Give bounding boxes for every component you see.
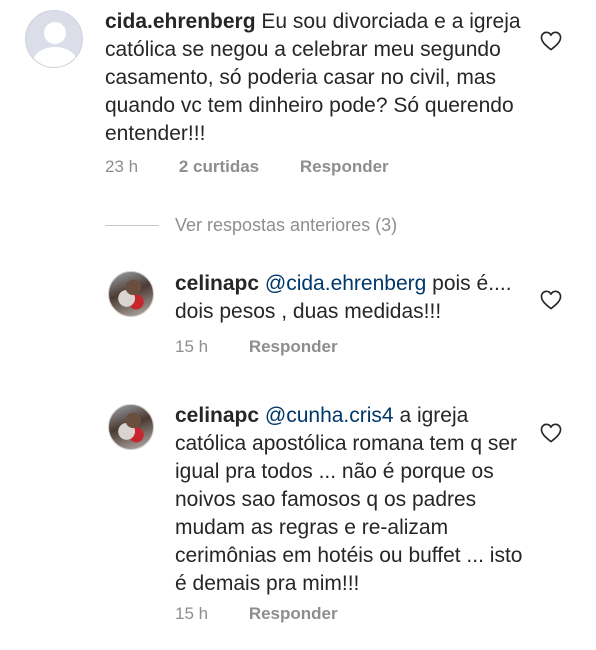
divider-line bbox=[105, 224, 159, 226]
mention-link[interactable]: @cunha.cris4 bbox=[265, 404, 394, 427]
comment-time: 15 h bbox=[175, 337, 209, 356]
default-user-icon bbox=[44, 22, 66, 44]
comment-meta: 15 h Responder bbox=[175, 604, 374, 624]
reply-button[interactable]: Responder bbox=[300, 157, 389, 176]
comment-body: celinapc @cunha.cris4 a igreja católica … bbox=[175, 402, 530, 598]
avatar[interactable] bbox=[108, 271, 154, 317]
comment-body: celinapc @cida.ehrenberg pois é.... dois… bbox=[175, 270, 530, 326]
heart-icon[interactable] bbox=[540, 31, 562, 51]
comment-username[interactable]: celinapc bbox=[175, 272, 259, 295]
avatar[interactable] bbox=[108, 404, 154, 450]
comment-time: 23 h bbox=[105, 157, 139, 176]
comment-username[interactable]: cida.ehrenberg bbox=[105, 10, 256, 33]
view-replies-label[interactable]: Ver respostas anteriores (3) bbox=[175, 215, 397, 236]
comment-username[interactable]: celinapc bbox=[175, 404, 259, 427]
comment-text: a igreja católica apostólica romana tem … bbox=[175, 404, 523, 595]
comment-body: cida.ehrenberg Eu sou divorciada e a igr… bbox=[105, 8, 525, 148]
comment-likes[interactable]: 2 curtidas bbox=[179, 157, 259, 176]
comment-time: 15 h bbox=[175, 604, 209, 623]
view-previous-replies[interactable]: Ver respostas anteriores (3) bbox=[105, 212, 397, 238]
reply-button[interactable]: Responder bbox=[249, 604, 338, 623]
mention-link[interactable]: @cida.ehrenberg bbox=[265, 272, 426, 295]
comment-meta: 15 h Responder bbox=[175, 337, 374, 357]
comment-meta: 23 h 2 curtidas Responder bbox=[105, 157, 425, 177]
heart-icon[interactable] bbox=[540, 423, 562, 443]
avatar[interactable] bbox=[25, 10, 83, 68]
reply-button[interactable]: Responder bbox=[249, 337, 338, 356]
heart-icon[interactable] bbox=[540, 290, 562, 310]
